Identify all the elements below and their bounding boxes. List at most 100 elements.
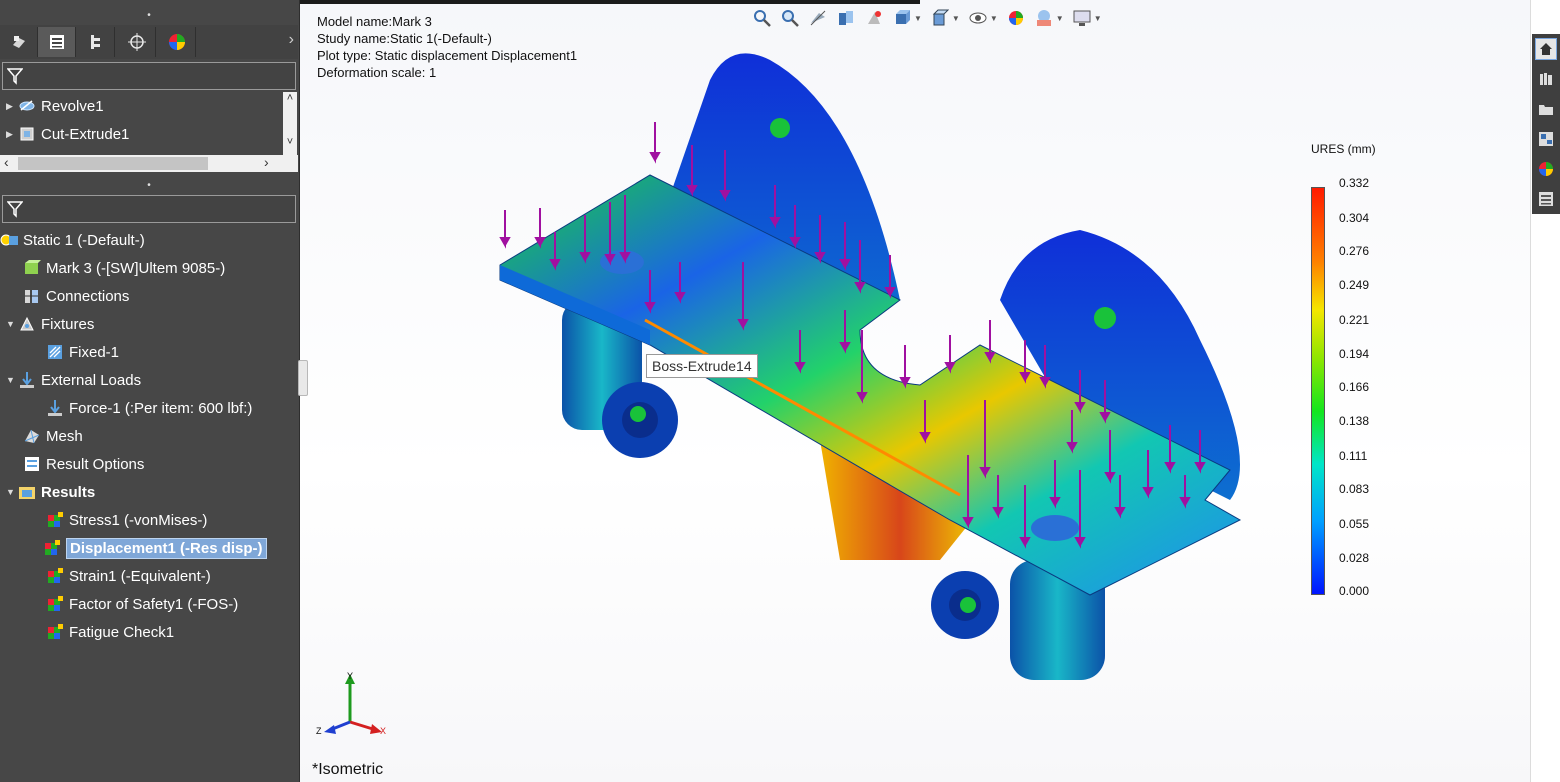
task-pane-design-library[interactable] [1535, 68, 1557, 90]
legend-value: 0.166 [1339, 380, 1370, 394]
filter-input-top[interactable] [2, 62, 296, 90]
external-loads-icon [20, 372, 34, 388]
filter-icon [7, 68, 23, 85]
legend-value: 0.138 [1339, 414, 1370, 428]
tree-item-fatigue-check1[interactable]: Fatigue Check1 [46, 619, 174, 645]
tree-item-displacement1[interactable]: Displacement1 (-Res disp-) [43, 535, 267, 561]
task-pane [1530, 0, 1560, 782]
task-pane-tabs [1532, 34, 1560, 214]
tree-item-revolve1[interactable]: ▶ Revolve1 [6, 93, 104, 119]
stress-plot-icon [48, 512, 63, 527]
design-library-icon [1540, 73, 1552, 85]
collapse-icon[interactable]: ▼ [6, 487, 18, 497]
cut-extrude-icon [20, 127, 34, 141]
panel-collapse-handle[interactable] [298, 360, 308, 396]
file-explorer-icon [1539, 105, 1553, 115]
fos-plot-icon [48, 596, 63, 611]
legend-value: 0.083 [1339, 482, 1370, 496]
part-material-icon [25, 260, 41, 274]
task-pane-view-palette[interactable] [1535, 128, 1557, 150]
more-tabs-button[interactable]: › [289, 31, 294, 49]
tree-item-connections[interactable]: Connections [23, 283, 129, 309]
fixture-marker [630, 406, 646, 422]
fixed-geometry-icon [48, 345, 62, 359]
property-manager-icon [49, 35, 64, 49]
collapse-icon[interactable]: ▼ [6, 319, 18, 329]
panel-splitter-top[interactable]: • [0, 6, 298, 26]
tree-item-result-options[interactable]: Result Options [23, 451, 144, 477]
static-study-icon [0, 234, 18, 246]
tree-item-mesh[interactable]: Mesh [23, 423, 83, 449]
legend-value: 0.000 [1339, 584, 1370, 598]
tree-item-fixtures[interactable]: ▼ Fixtures [6, 311, 94, 337]
display-manager-icon [168, 34, 185, 50]
expand-icon[interactable]: ▶ [6, 101, 18, 112]
force-icon [48, 400, 62, 416]
title-strip [300, 0, 920, 4]
legend-color-bar [1311, 187, 1325, 595]
tab-configuration-manager[interactable] [77, 27, 115, 57]
collapse-icon[interactable]: ▼ [6, 375, 18, 385]
legend-value: 0.304 [1339, 211, 1370, 225]
reference-triad: Y Z X [316, 671, 386, 736]
feature-tooltip: Boss-Extrude14 [646, 354, 758, 378]
tree-item-cut-extrude1[interactable]: ▶ Cut-Extrude1 [6, 121, 129, 147]
tree-item-external-loads[interactable]: ▼ External Loads [6, 367, 141, 393]
results-folder-icon [19, 487, 35, 499]
scroll-thumb[interactable] [18, 157, 208, 170]
fixtures-icon [20, 316, 34, 331]
fixture-marker [1094, 307, 1116, 329]
tree-item-results[interactable]: ▼ Results [6, 479, 95, 505]
legend-value: 0.194 [1339, 347, 1370, 361]
tree-item-factor-of-safety1[interactable]: Factor of Safety1 (-FOS-) [46, 591, 238, 617]
revolve-icon [19, 100, 35, 111]
graphics-area[interactable]: Model name:Mark 3 Study name:Static 1(-D… [300, 0, 1530, 782]
tree-item-strain1[interactable]: Strain1 (-Equivalent-) [46, 563, 211, 589]
tree-item-stress1[interactable]: Stress1 (-vonMises-) [46, 507, 207, 533]
tree-item-fixed-1[interactable]: Fixed-1 [46, 339, 119, 365]
manager-tab-bar: › [0, 25, 298, 59]
task-pane-file-explorer[interactable] [1535, 98, 1557, 120]
legend-value: 0.055 [1339, 517, 1370, 531]
result-options-icon [25, 457, 39, 471]
feature-tree: ▶ Revolve1 ▶ Cut-Extrude1 [0, 92, 298, 155]
home-icon [1540, 43, 1552, 55]
tab-property-manager[interactable] [38, 27, 76, 57]
tree-item-study[interactable]: Static 1 (-Default-) [0, 227, 145, 253]
task-pane-appearances[interactable] [1535, 158, 1557, 180]
scroll-right-button[interactable]: › [264, 154, 269, 170]
filter-input-study[interactable] [2, 195, 296, 223]
displacement-plot-icon [45, 540, 60, 555]
tree-item-force-1[interactable]: Force-1 (:Per item: 600 lbf:) [46, 395, 252, 421]
strain-plot-icon [48, 568, 63, 583]
task-pane-custom-properties[interactable] [1535, 188, 1557, 210]
custom-properties-icon [1539, 192, 1553, 206]
fixture-marker [770, 118, 790, 138]
tab-display-manager[interactable] [158, 27, 196, 57]
scroll-down-button[interactable]: ˅ [283, 136, 297, 154]
connections-icon [25, 290, 38, 303]
view-orientation-name: *Isometric [312, 761, 384, 778]
panel-splitter-middle[interactable]: • [0, 176, 298, 196]
expand-icon[interactable]: ▶ [6, 129, 18, 140]
legend-value: 0.111 [1339, 449, 1368, 463]
scroll-up-button[interactable]: ˄ [283, 92, 297, 110]
vertical-scrollbar[interactable]: ˄ ˅ [283, 92, 297, 155]
task-pane-home[interactable] [1535, 38, 1557, 60]
triad-y-label: Y [347, 671, 353, 681]
horizontal-scrollbar[interactable]: ‹ › [0, 154, 298, 172]
tab-dimxpert-manager[interactable] [118, 27, 156, 57]
fixture-marker [960, 597, 976, 613]
filter-icon [7, 201, 23, 218]
triad-x-label: X [380, 726, 386, 736]
scroll-left-button[interactable]: ‹ [4, 154, 9, 170]
feature-manager-panel: • › ▶ Revolve1 ▶ Cut-Extrude1 ˄ ˅ ‹ › • … [0, 0, 300, 782]
legend-value: 0.249 [1339, 278, 1370, 292]
triad-z-label: Z [316, 726, 322, 736]
tree-item-part[interactable]: Mark 3 (-[SW]Ultem 9085-) [23, 255, 225, 281]
appearances-icon [1539, 162, 1553, 176]
dimxpert-icon [127, 33, 146, 51]
legend-value: 0.276 [1339, 244, 1370, 258]
tab-feature-manager[interactable] [0, 27, 38, 57]
feature-manager-icon [12, 36, 25, 48]
